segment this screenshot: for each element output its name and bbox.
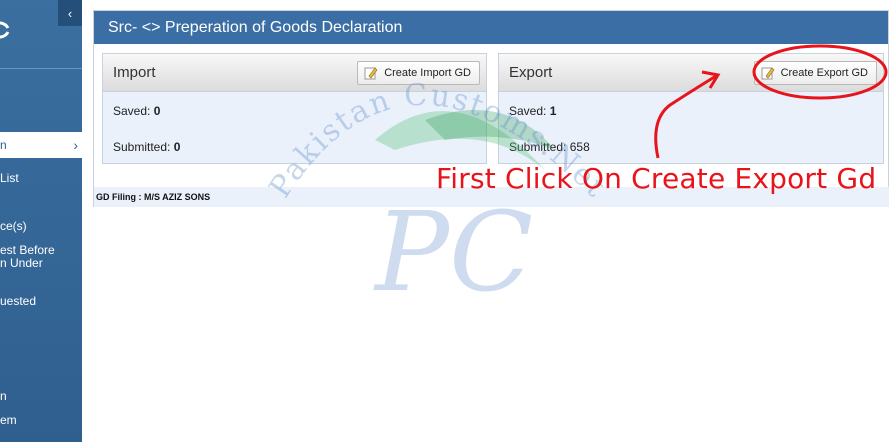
gd-filing-label: GD Filing : M/S AZIZ SONS (96, 192, 211, 202)
export-submitted: Submitted: 658 (509, 140, 590, 154)
import-submitted: Submitted: 0 (113, 140, 180, 154)
main-content: Src- <> Preperation of Goods Declaration… (82, 0, 889, 442)
panel-header: Src- <> Preperation of Goods Declaration (94, 11, 888, 44)
sidebar-item-under[interactable]: n Under (0, 257, 82, 270)
sidebar-item-services[interactable]: ce(s) (0, 220, 82, 233)
submitted-count: 658 (569, 140, 590, 154)
divider (0, 68, 82, 69)
submitted-label: Submitted: (113, 140, 171, 154)
export-saved: Saved: 1 (509, 104, 556, 118)
sidebar-item-label: ce(s) (0, 220, 27, 233)
import-saved: Saved: 0 (113, 104, 160, 118)
import-title: Import (113, 64, 156, 81)
annotation-text: First Click On Create Export Gd (436, 162, 877, 195)
page: ‹ n › List ce(s) est Before n Under uest… (0, 0, 889, 442)
sidebar-item-label: n Under (0, 257, 43, 270)
export-title: Export (509, 64, 553, 81)
sidebar-item-label: uested (0, 295, 37, 308)
sidebar-item-label: n (0, 390, 7, 403)
import-card-header: Import Create Import GD (103, 54, 486, 92)
sidebar-item-system[interactable]: em (0, 414, 82, 427)
saved-label: Saved: (113, 104, 151, 118)
sidebar-item-requested[interactable]: uested (0, 295, 82, 308)
saved-count: 0 (153, 104, 161, 118)
logo-icon (0, 14, 16, 50)
chevron-left-icon: ‹ (67, 5, 73, 21)
edit-icon (761, 67, 774, 79)
export-card-header: Export Create Export GD (499, 54, 883, 92)
export-card: Export Create Export GD Saved: 1 Submitt… (498, 53, 884, 164)
collapse-sidebar-button[interactable]: ‹ (58, 0, 82, 26)
saved-label: Saved: (509, 104, 547, 118)
create-import-gd-button[interactable]: Create Import GD (357, 60, 480, 85)
sidebar-item-label: em (0, 414, 17, 427)
button-label: Create Import GD (384, 66, 471, 79)
sidebar: ‹ n › List ce(s) est Before n Under uest… (0, 0, 82, 442)
sidebar-item-list[interactable]: List (0, 172, 82, 185)
sidebar-item-label: n (0, 137, 7, 152)
sidebar-item-request-before[interactable]: est Before (0, 244, 82, 257)
sidebar-item-active[interactable]: n › (0, 132, 82, 158)
create-export-gd-button[interactable]: Create Export GD (753, 60, 877, 85)
sidebar-item-n[interactable]: n (0, 390, 82, 403)
sidebar-item-label: List (0, 172, 19, 185)
chevron-right-icon: › (73, 136, 78, 153)
import-card: Import Create Import GD Saved: 0 Submitt… (102, 53, 487, 164)
edit-icon (364, 67, 378, 79)
button-label: Create Export GD (780, 66, 868, 79)
page-title: Src- <> Preperation of Goods Declaration (108, 18, 403, 36)
sidebar-item-label: est Before (0, 244, 55, 257)
submitted-label: Submitted: (509, 140, 567, 154)
saved-count: 1 (549, 104, 557, 118)
submitted-count: 0 (173, 140, 181, 154)
